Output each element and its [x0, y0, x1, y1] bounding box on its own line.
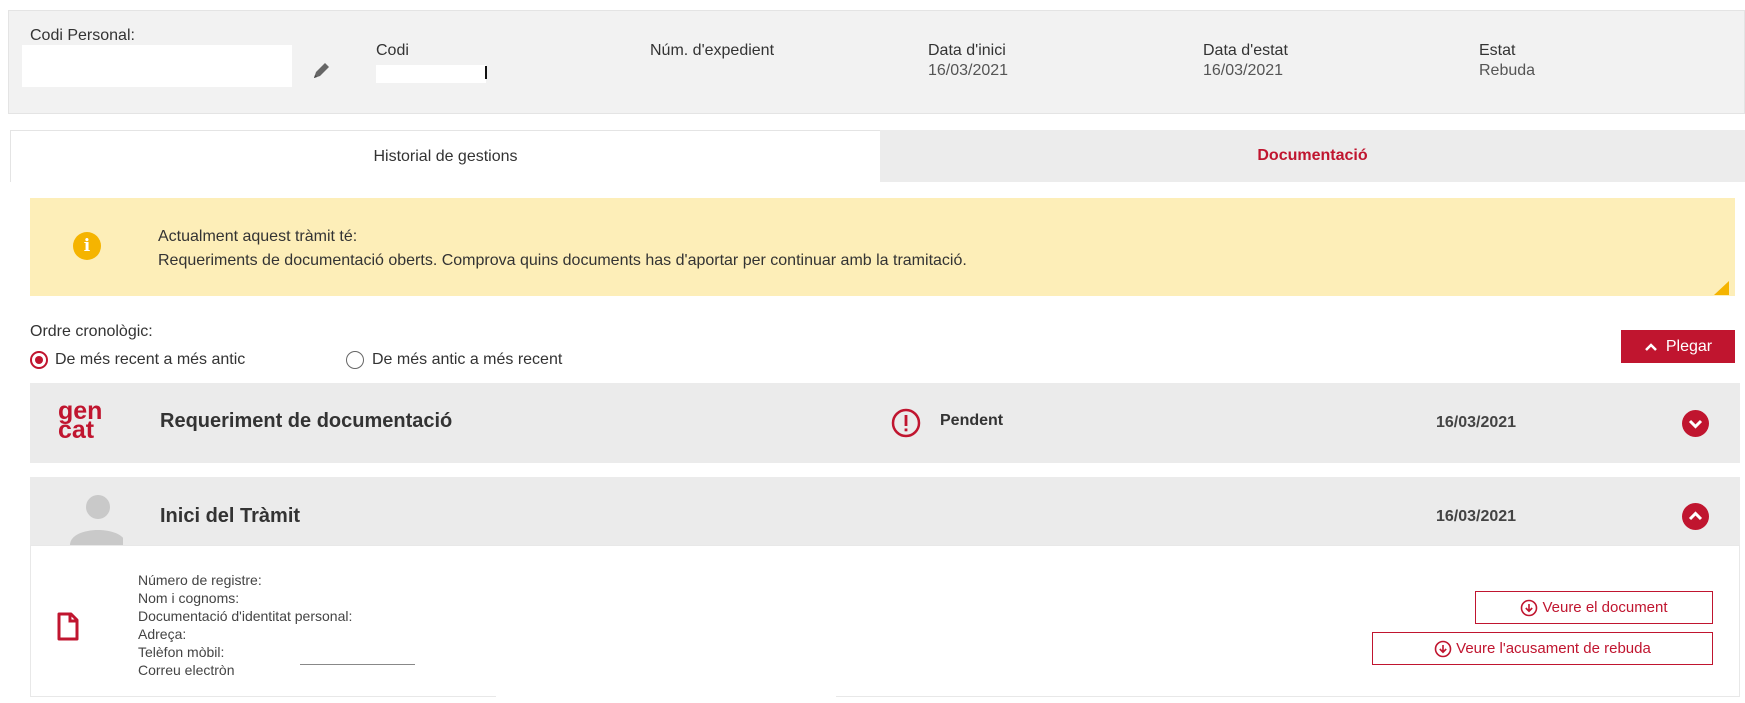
alert-banner: [30, 198, 1735, 296]
radio-recent-first-label[interactable]: De més recent a més antic: [55, 351, 245, 369]
expand-chevron-down-icon[interactable]: [1682, 410, 1709, 437]
timeline-item-title: Requeriment de documentació: [160, 410, 453, 432]
data-inici-label: Data d'inici: [928, 42, 1006, 59]
view-receipt-label: Veure l'acusament de rebuda: [1456, 640, 1651, 657]
redaction-line: [300, 664, 415, 665]
alert-message: Requeriments de documentació oberts. Com…: [158, 252, 967, 269]
order-label: Ordre cronològic:: [30, 323, 153, 340]
data-estat-label: Data d'estat: [1203, 42, 1288, 59]
detail-telefon-mobil: Telèfon mòbil:: [138, 644, 225, 660]
codi-personal-field[interactable]: [22, 45, 292, 87]
radio-oldest-first-label[interactable]: De més antic a més recent: [372, 351, 562, 369]
info-icon: i: [73, 232, 101, 260]
download-circle-icon: [1434, 640, 1452, 657]
radio-recent-first[interactable]: [30, 351, 48, 369]
status-badge: Pendent: [940, 412, 1004, 429]
user-avatar-icon: [70, 495, 123, 545]
timeline-item-date: 16/03/2021: [1436, 414, 1517, 431]
redacted-values: [496, 549, 836, 699]
edit-icon[interactable]: [310, 60, 332, 87]
collapse-all-button[interactable]: Plegar: [1621, 330, 1735, 363]
estat-label: Estat: [1479, 42, 1516, 59]
estat-value: Rebuda: [1479, 62, 1536, 79]
codi-value: [376, 65, 486, 83]
gencat-logo: gen cat: [58, 399, 102, 443]
data-estat-value: 16/03/2021: [1203, 62, 1284, 79]
document-icon: [57, 612, 79, 641]
view-document-label: Veure el document: [1542, 599, 1668, 616]
num-expedient-label: Núm. d'expedient: [650, 42, 775, 59]
detail-nom-cognoms: Nom i cognoms:: [138, 590, 240, 606]
codi-personal-label: Codi Personal:: [30, 27, 135, 44]
radio-oldest-first[interactable]: [346, 351, 364, 369]
view-document-button[interactable]: Veure el document: [1475, 591, 1713, 624]
collapse-all-label: Plegar: [1665, 337, 1713, 355]
detail-correu-electronic: Correu electròn: [138, 662, 235, 678]
chevron-up-icon: [1644, 342, 1657, 351]
timeline-item-date: 16/03/2021: [1436, 508, 1517, 525]
alert-corner-fold: [1714, 281, 1729, 295]
text-cursor: [485, 66, 487, 79]
redacted-email: [294, 664, 414, 676]
detail-numero-registre: Número de registre:: [138, 572, 262, 588]
download-circle-icon: [1521, 599, 1538, 616]
alert-title: Actualment aquest tràmit té:: [158, 228, 358, 245]
data-inici-value: 16/03/2021: [928, 62, 1009, 79]
collapse-chevron-up-icon[interactable]: [1682, 503, 1709, 530]
alert-circle-icon: [891, 408, 921, 438]
tab-documentacio[interactable]: Documentació: [880, 130, 1745, 182]
detail-adreca: Adreça:: [138, 626, 187, 642]
codi-label: Codi: [376, 42, 409, 59]
detail-document-identitat: Documentació d'identitat personal:: [138, 608, 353, 624]
view-receipt-button[interactable]: Veure l'acusament de rebuda: [1372, 632, 1713, 665]
tab-historial-de-gestions[interactable]: Historial de gestions: [10, 130, 880, 182]
timeline-item-title: Inici del Tràmit: [160, 505, 301, 527]
